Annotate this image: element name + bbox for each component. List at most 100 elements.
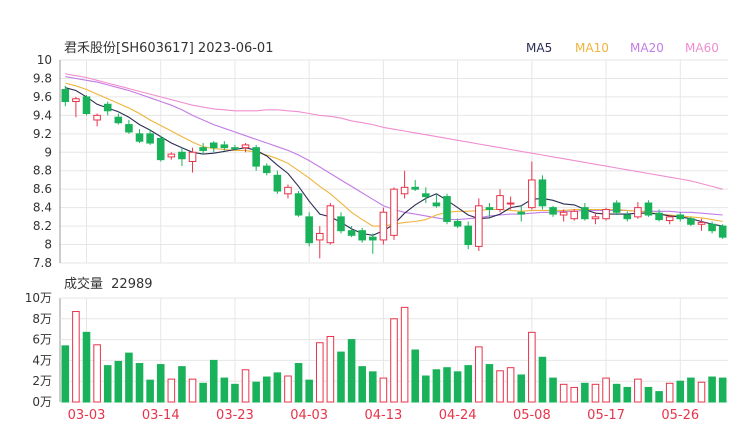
legend-ma60: MA60 (685, 41, 719, 55)
candle (103, 101, 112, 116)
candle (315, 226, 324, 259)
candle-body (464, 225, 473, 246)
volume-bar (273, 372, 282, 403)
x-tick-label: 04-13 (365, 408, 403, 423)
volume-bar (538, 356, 547, 403)
candle-body (623, 214, 632, 220)
volume-bar (591, 383, 600, 403)
candle-body (199, 147, 207, 151)
candle-body (337, 216, 345, 232)
candle-body (676, 214, 685, 220)
candle (464, 221, 473, 250)
candle-body (294, 193, 303, 216)
candle-body (125, 124, 133, 133)
volume-bar (390, 318, 398, 403)
candle-body (61, 89, 70, 103)
candle-body (188, 151, 197, 162)
volume-bar (411, 349, 419, 403)
volume-label: 成交量 (64, 276, 103, 292)
candle (156, 135, 165, 162)
volume-bar (464, 365, 473, 403)
candle (644, 200, 653, 217)
candle-body (369, 236, 377, 241)
candle-body (400, 186, 409, 195)
candle (178, 147, 186, 167)
candle-body (220, 144, 229, 149)
candle-body (612, 202, 621, 213)
volume-tick-label: 10万 (25, 291, 52, 305)
candle-body (644, 202, 653, 216)
candle-body (72, 98, 80, 103)
volume-bar (252, 381, 260, 403)
volume-bar (432, 369, 441, 403)
volume-bar (125, 352, 133, 403)
candle-body (485, 207, 494, 210)
candle (687, 216, 695, 227)
candle-body (697, 221, 706, 225)
volume-bar (262, 376, 271, 403)
price-tick-label: 8.8 (33, 164, 52, 178)
candle-body (528, 179, 536, 209)
candle-body (347, 230, 356, 236)
candle (665, 215, 674, 225)
volume-bar (506, 367, 515, 403)
candle (72, 96, 80, 118)
candle-body (358, 230, 366, 241)
candle (125, 119, 133, 134)
candle (326, 203, 335, 245)
volume-bar (294, 363, 303, 403)
volume-bar (718, 377, 727, 403)
candle (581, 203, 589, 221)
volume-tick-label: 8万 (32, 312, 52, 326)
candle-body (538, 179, 547, 207)
volume-bars (61, 306, 727, 403)
candle (294, 191, 303, 217)
volume-value: 22989 (111, 277, 152, 292)
x-tick-label: 03-03 (68, 408, 106, 423)
price-tick-label: 8 (44, 238, 52, 252)
candle (602, 207, 610, 221)
volume-bar (82, 331, 91, 403)
volume-bar (612, 383, 621, 403)
chart-title: 君禾股份[SH603617] 2023-06-01 (64, 41, 273, 56)
candle (623, 211, 632, 222)
candle (167, 152, 176, 160)
volume-bar (72, 311, 80, 403)
volume-bar (708, 376, 716, 403)
volume-bar (199, 382, 207, 403)
volume-y-axis: 10万 8万 6万 4万 2万 0万 (25, 291, 52, 409)
volume-bar (220, 377, 229, 403)
candle (305, 212, 313, 247)
volume-bar (305, 379, 313, 403)
candle-body (708, 223, 716, 232)
volume-bar (570, 386, 579, 403)
volume-bar (559, 383, 568, 403)
candle-body (422, 193, 430, 198)
volume-tick-label: 2万 (32, 374, 52, 388)
volume-bar (634, 378, 642, 403)
candle-body (432, 202, 441, 207)
candle-body (209, 142, 218, 149)
price-tick-label: 8.6 (33, 182, 52, 196)
volume-bar (422, 375, 430, 403)
legend-ma5: MA5 (526, 41, 552, 55)
candle (538, 175, 547, 210)
candle (61, 85, 70, 107)
candle-body (156, 137, 165, 161)
candle-body (135, 133, 144, 142)
volume-bar (549, 377, 557, 403)
candle (475, 198, 483, 252)
price-tick-label: 9.4 (33, 108, 52, 122)
candle (82, 95, 91, 116)
candle-body (475, 205, 483, 247)
candle-body (390, 188, 398, 236)
volume-bar (167, 378, 176, 403)
volume-bar (517, 374, 526, 403)
x-axis: 03-03 03-14 03-23 04-03 04-13 04-24 05-08 05-17… (68, 408, 700, 423)
volume-bar (379, 377, 388, 403)
candle (93, 113, 101, 127)
candle (369, 233, 377, 254)
candle-body (687, 218, 695, 225)
volume-bar (697, 381, 706, 403)
volume-bar (347, 339, 356, 403)
